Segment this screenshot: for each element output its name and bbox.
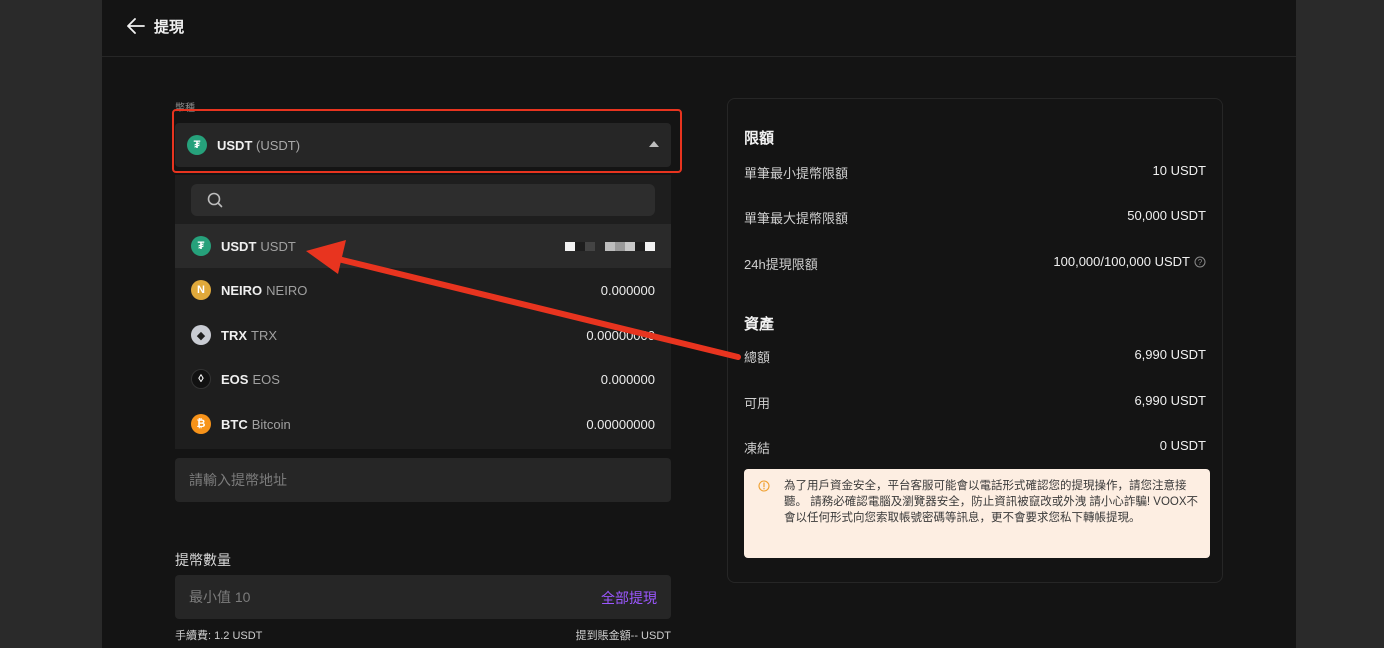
notice-text: 為了用戶資金安全，平台客服可能會以電話形式確認您的提現操作，請您注意接聽。 請務… bbox=[784, 480, 1199, 524]
address-placeholder: 請輸入提幣地址 bbox=[189, 472, 287, 488]
svg-text:?: ? bbox=[1198, 258, 1203, 267]
asset-label: 可用 bbox=[744, 396, 771, 411]
asset-value: 6,990 USDT bbox=[1134, 393, 1206, 408]
withdraw-all-button[interactable]: 全部提現 bbox=[601, 588, 657, 608]
coin-option-name: TRX bbox=[221, 327, 247, 343]
help-icon[interactable]: ? bbox=[1194, 256, 1206, 268]
fee-text: 手續費: 1.2 USDT bbox=[175, 630, 263, 642]
asset-label: 總額 bbox=[744, 350, 771, 365]
back-button[interactable]: 提現 bbox=[126, 14, 184, 38]
info-panel: 限額 單筆最小提幣限額 10 USDT 單筆最大提幣限額 50,000 USDT… bbox=[727, 98, 1223, 583]
limit-label: 單筆最大提幣限額 bbox=[744, 211, 849, 226]
asset-value: 0 USDT bbox=[1159, 438, 1206, 453]
coin-select-value: USDT (USDT) bbox=[217, 138, 300, 153]
coin-option-full: NEIRO bbox=[266, 282, 308, 298]
limit-value-wrap: 100,000/100,000 USDT ? bbox=[1053, 254, 1206, 269]
amount-placeholder: 最小值 10 bbox=[189, 589, 251, 605]
btc-icon: ₿ bbox=[191, 414, 211, 434]
usdt-icon: ₮ bbox=[187, 135, 207, 155]
coin-option-trx[interactable]: ◆ TRX TRX 0.00000000 bbox=[175, 313, 671, 357]
coin-dropdown: ₮ USDT USDT N NEIRO NEIRO 0.000000 ◆ TRX… bbox=[175, 175, 671, 449]
limits-title: 限額 bbox=[744, 130, 775, 147]
neiro-icon: N bbox=[191, 280, 211, 300]
limit-label: 單筆最小提幣限額 bbox=[744, 166, 849, 181]
coin-option-name: NEIRO bbox=[221, 282, 263, 298]
asset-row: 可用 6,990 USDT bbox=[744, 393, 1206, 413]
limit-row: 24h提現限額 100,000/100,000 USDT ? bbox=[744, 254, 1206, 274]
asset-label: 凍結 bbox=[744, 441, 771, 456]
usdt-icon: ₮ bbox=[191, 236, 211, 256]
asset-row: 凍結 0 USDT bbox=[744, 438, 1206, 458]
receive-amount-text: 提到賬金額-- USDT bbox=[575, 630, 671, 642]
asset-row: 總額 6,990 USDT bbox=[744, 347, 1206, 367]
coin-option-full: USDT bbox=[260, 238, 296, 254]
limit-label: 24h提現限額 bbox=[744, 257, 818, 272]
masked-balance bbox=[565, 242, 655, 251]
limit-row: 單筆最大提幣限額 50,000 USDT bbox=[744, 208, 1206, 228]
coin-option-name: USDT bbox=[221, 238, 257, 254]
limit-value: 50,000 USDT bbox=[1127, 208, 1206, 223]
coin-option-balance: 0.000000 bbox=[600, 282, 655, 298]
limit-value: 100,000/100,000 USDT bbox=[1053, 254, 1190, 269]
selected-coin-sub: (USDT) bbox=[256, 137, 301, 153]
top-bar: 提現 bbox=[102, 0, 1296, 57]
selected-coin-name: USDT bbox=[217, 137, 253, 153]
amount-label: 提幣數量 bbox=[175, 552, 231, 568]
address-input[interactable]: 請輸入提幣地址 bbox=[175, 458, 671, 502]
withdraw-page: 提現 幣種 ₮ USDT (USDT) ₮ USDT USDT N NEIRO … bbox=[102, 0, 1296, 648]
coin-option-name: BTC bbox=[221, 416, 248, 432]
asset-value: 6,990 USDT bbox=[1134, 347, 1206, 362]
coin-option-name: EOS bbox=[221, 371, 249, 387]
coin-search-input[interactable] bbox=[191, 184, 655, 216]
amount-input[interactable]: 最小值 10 全部提現 bbox=[175, 575, 671, 619]
coin-option-balance: 0.00000000 bbox=[586, 416, 655, 432]
coin-option-full: TRX bbox=[251, 327, 277, 343]
warning-icon bbox=[758, 480, 770, 492]
security-notice: 為了用戶資金安全，平台客服可能會以電話形式確認您的提現操作，請您注意接聽。 請務… bbox=[744, 469, 1210, 558]
search-icon bbox=[207, 192, 223, 208]
coin-option-btc[interactable]: ₿ BTC Bitcoin 0.00000000 bbox=[175, 402, 671, 446]
trx-icon: ◆ bbox=[191, 325, 211, 345]
eos-icon: ◊ bbox=[191, 369, 211, 389]
arrow-left-icon bbox=[127, 18, 145, 34]
limit-row: 單筆最小提幣限額 10 USDT bbox=[744, 163, 1206, 183]
coin-select[interactable]: ₮ USDT (USDT) bbox=[175, 123, 671, 167]
coin-option-eos[interactable]: ◊ EOS EOS 0.000000 bbox=[175, 357, 671, 401]
assets-title: 資產 bbox=[744, 316, 775, 333]
limit-value: 10 USDT bbox=[1152, 163, 1206, 178]
coin-option-neiro[interactable]: N NEIRO NEIRO 0.000000 bbox=[175, 268, 671, 312]
coin-option-usdt[interactable]: ₮ USDT USDT bbox=[175, 224, 671, 268]
page-title: 提現 bbox=[154, 18, 185, 36]
coin-option-balance: 0.00000000 bbox=[586, 327, 655, 343]
coin-option-balance: 0.000000 bbox=[600, 371, 655, 387]
caret-up-icon[interactable] bbox=[649, 141, 659, 147]
coin-option-full: EOS bbox=[252, 371, 280, 387]
coin-option-full: Bitcoin bbox=[251, 416, 291, 432]
